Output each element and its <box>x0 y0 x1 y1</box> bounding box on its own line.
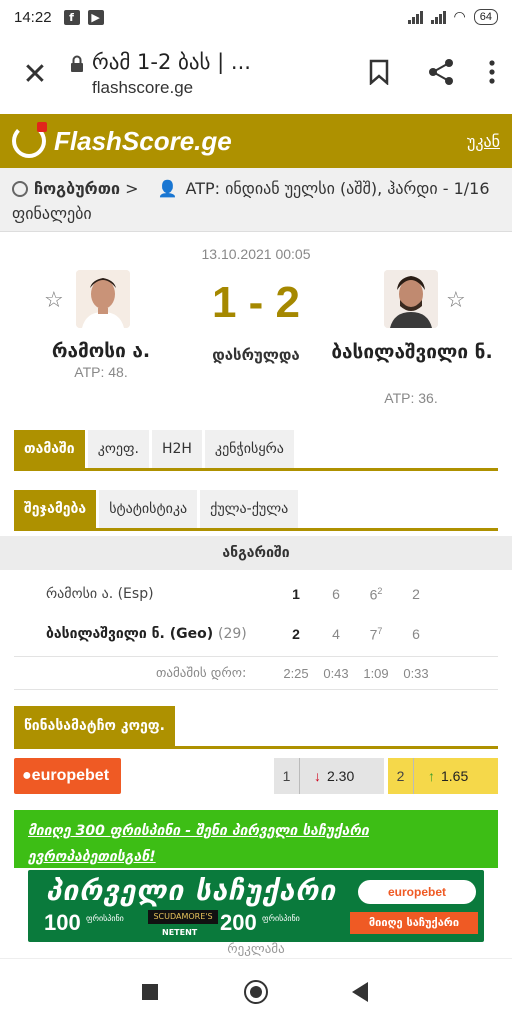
home-player-avatar[interactable] <box>76 270 130 328</box>
chevron-right-icon: > <box>125 179 139 198</box>
banner-num-1: 100 <box>44 910 81 935</box>
tab-draw[interactable]: კენჭისყრა <box>204 430 294 468</box>
duration-set3: 0:33 <box>403 666 429 681</box>
odds-home-value: 2.30 <box>327 768 355 784</box>
favorite-home-star-icon[interactable]: ☆ <box>44 288 64 313</box>
scoreboard-away-set2: 77 <box>369 626 383 643</box>
scoreboard-home-set3: 2 <box>412 586 420 602</box>
facebook-icon: f <box>63 9 80 25</box>
arrow-down-icon: ↓ <box>314 768 321 784</box>
tab-statistics[interactable]: სტატისტიკა <box>99 490 198 528</box>
page-info[interactable]: რამ 1-2 ბას | ... flashscore.ge <box>92 50 348 98</box>
page-url: flashscore.ge <box>92 78 194 97</box>
breadcrumb: ჩოგბურთი > 👤 ATP: ინდიან უელსი (აშშ), ჰარ… <box>0 168 512 232</box>
tab-point-by-point[interactable]: ქულა-ქულა <box>200 490 299 528</box>
match-datetime: 13.10.2021 00:05 <box>201 246 311 262</box>
match-status: დასრულდა <box>212 346 300 364</box>
tab-odds[interactable]: კოეფ. <box>87 430 149 468</box>
share-icon[interactable] <box>410 58 472 90</box>
scoreboard-away-set1: 4 <box>332 626 340 642</box>
status-bar: 14:22 f ▶ ◠ 64 <box>0 0 512 34</box>
banner-europebet-logo: europebet <box>358 880 476 904</box>
scoreboard-home-set2: 62 <box>369 586 383 603</box>
bookmark-icon[interactable] <box>348 59 410 89</box>
scoreboard-away-rank: (29) <box>218 626 247 642</box>
scoreboard-home-total: 1 <box>292 586 300 602</box>
person-icon: 👤 <box>157 179 178 198</box>
home-player-rank: ATP: 48. <box>74 364 128 380</box>
promo-link[interactable]: მიიღე 300 ფრისპინი - შენი პირველი საჩუქა… <box>14 810 498 868</box>
youtube-icon: ▶ <box>87 9 104 25</box>
banner-title: პირველი საჩუქარი <box>46 874 337 907</box>
odds-away-value: 1.65 <box>441 768 469 784</box>
duration-set2: 1:09 <box>363 666 389 681</box>
recent-apps-icon[interactable] <box>142 984 158 1000</box>
tab-h2h[interactable]: H2H <box>151 430 202 468</box>
prematch-odds-tab[interactable]: წინასამატჩო კოეფ. <box>14 706 175 746</box>
lock-icon <box>71 55 83 72</box>
flashscore-logo[interactable]: FlashScore.ge <box>12 122 232 158</box>
close-icon[interactable]: ✕ <box>0 57 70 92</box>
scoreboard-header: ანგარიში <box>0 536 512 570</box>
ad-label: რეკლამა <box>227 942 285 957</box>
match-header: 13.10.2021 00:05 ☆ რამოსი ა. ATP: 48. 1 … <box>0 232 512 432</box>
page-title: რამ 1-2 ბას | ... <box>92 50 251 74</box>
signal-icon <box>407 10 423 24</box>
scoreboard-row-home: რამოსი ა. (Esp) 1 6 62 2 <box>0 574 512 614</box>
tennis-ball-icon <box>12 181 28 197</box>
banner-game-logo: SCUDAMORE'S <box>148 910 218 924</box>
wifi-icon: ◠ <box>453 9 466 25</box>
more-options-icon[interactable] <box>472 60 512 88</box>
back-icon[interactable] <box>352 982 368 1002</box>
tiebreak-score: 7 <box>377 626 383 636</box>
duration-total: 2:25 <box>283 666 309 681</box>
odds-home-button[interactable]: 1 ↓ 2.30 <box>274 758 384 794</box>
flashscore-logo-icon <box>12 122 47 158</box>
system-nav-bar <box>0 958 512 1024</box>
duration-label: თამაშის დრო: <box>156 666 247 681</box>
clock: 14:22 <box>14 8 52 26</box>
favorite-away-star-icon[interactable]: ☆ <box>446 288 466 313</box>
tiebreak-score: 2 <box>377 586 383 596</box>
away-player-avatar[interactable] <box>384 270 438 328</box>
home-player-name[interactable]: რამოსი ა. <box>36 340 166 362</box>
banner-claim-button[interactable]: მიიღე საჩუქარი <box>350 912 478 934</box>
site-header: FlashScore.ge უკან <box>0 114 512 168</box>
scoreboard-home-name[interactable]: რამოსი ა. (Esp) <box>46 586 154 602</box>
match-duration-row: თამაშის დრო: 2:25 0:43 1:09 0:33 <box>14 656 498 690</box>
home-icon[interactable] <box>244 980 268 1004</box>
main-tabs: თამაში კოეფ. H2H კენჭისყრა <box>14 430 498 471</box>
signal-icon-2 <box>430 10 446 24</box>
scoreboard-home-set1: 6 <box>332 586 340 602</box>
scoreboard-away-total: 2 <box>292 626 300 642</box>
scoreboard-away-name[interactable]: ბასილაშვილი ნ. (Geo) (29) <box>46 626 247 642</box>
scoreboard-row-away: ბასილაშვილი ნ. (Geo) (29) 2 4 77 6 <box>0 614 512 654</box>
browser-toolbar: ✕ რამ 1-2 ბას | ... flashscore.ge <box>0 34 512 114</box>
sub-tabs: შეჯამება სტატისტიკა ქულა-ქულა <box>14 490 498 531</box>
europebet-logo[interactable]: ●europebet <box>14 758 121 794</box>
duration-set1: 0:43 <box>323 666 349 681</box>
away-player-rank: ATP: 36. <box>384 390 438 406</box>
breadcrumb-sport[interactable]: ჩოგბურთი <box>34 179 120 198</box>
bookmaker-row: ●europebet 1 ↓ 2.30 2 ↑ 1.65 <box>14 758 498 794</box>
odds-away-button[interactable]: 2 ↑ 1.65 <box>388 758 498 794</box>
ad-banner[interactable]: პირველი საჩუქარი 100 ფრისპინი SCUDAMORE'… <box>28 870 484 942</box>
tab-match[interactable]: თამაში <box>14 430 85 468</box>
battery-indicator: 64 <box>473 9 498 25</box>
banner-num-1-label: ფრისპინი <box>86 914 124 923</box>
scoreboard-away-set3: 6 <box>412 626 420 642</box>
tab-summary[interactable]: შეჯამება <box>14 490 97 528</box>
banner-num-2-label: ფრისპინი <box>262 914 300 923</box>
banner-netent: NETENT <box>162 928 198 937</box>
banner-num-2: 200 <box>220 910 257 935</box>
odds-header: წინასამატჩო კოეფ. <box>14 706 498 749</box>
match-score: 1 - 2 <box>211 278 301 327</box>
away-player-name[interactable]: ბასილაშვილი ნ. <box>328 340 496 365</box>
back-link[interactable]: უკან <box>467 132 500 151</box>
arrow-up-icon: ↑ <box>428 768 435 784</box>
